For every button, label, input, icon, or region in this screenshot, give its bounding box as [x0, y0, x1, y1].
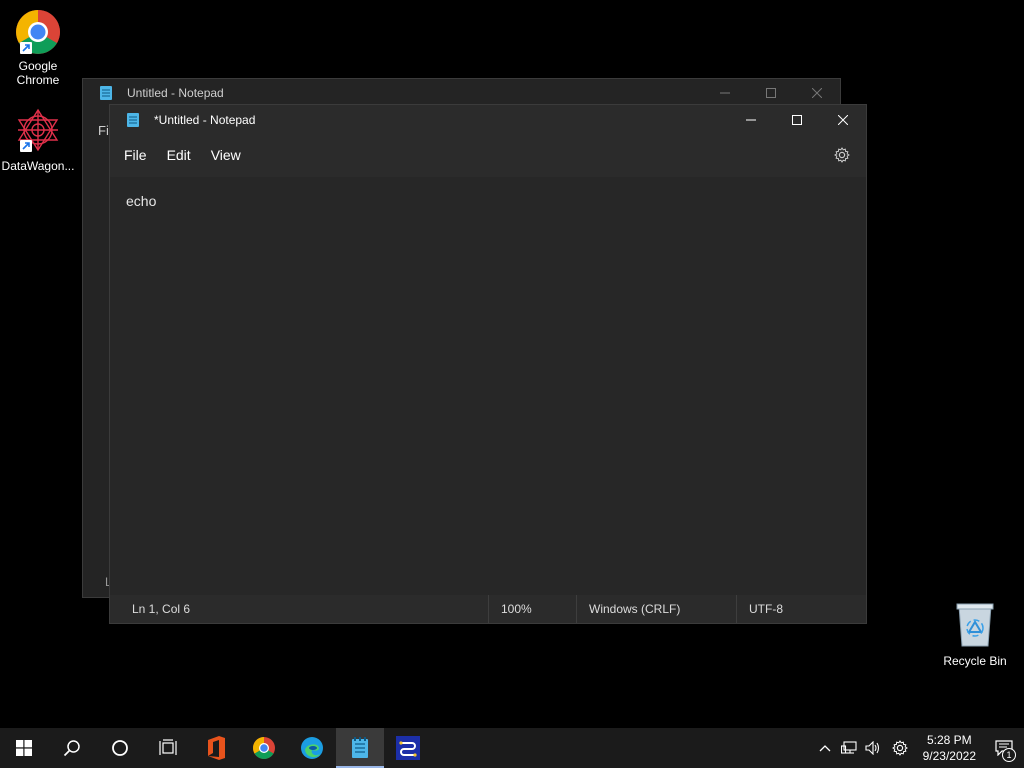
volume-icon: [865, 741, 879, 755]
desktop-icon-chrome[interactable]: Google Chrome: [0, 8, 76, 87]
desktop-icon-datawagon[interactable]: DataWagon...: [0, 106, 76, 173]
status-zoom: 100%: [488, 595, 576, 623]
taskbar-edge[interactable]: [288, 728, 336, 768]
cortana-button[interactable]: [96, 728, 144, 768]
edge-icon: [301, 737, 323, 759]
maximize-button[interactable]: [748, 79, 794, 107]
maximize-icon: [766, 88, 776, 98]
gear-icon: [834, 147, 850, 163]
window-title: *Untitled - Notepad: [154, 113, 256, 127]
menu-bar: File Edit View: [110, 135, 866, 175]
notepad-window[interactable]: *Untitled - Notepad File Edit View echo …: [110, 105, 866, 623]
chevron-up-icon: [819, 745, 831, 752]
taskbar-app[interactable]: [384, 728, 432, 768]
task-view-icon: [159, 739, 177, 755]
menu-edit[interactable]: Edit: [157, 141, 201, 169]
minimize-icon: [746, 119, 756, 121]
clock-time: 5:28 PM: [926, 733, 972, 747]
office-icon: [208, 736, 225, 760]
cortana-icon: [112, 740, 128, 756]
desktop-icon-label: Recycle Bin: [943, 654, 1007, 668]
recycle-bin-icon: [955, 602, 995, 648]
taskbar: 5:28 PM 9/23/2022 1: [0, 728, 1024, 768]
search-icon: [63, 740, 80, 757]
menu-file-partial[interactable]: Fi: [98, 123, 109, 138]
menu-file[interactable]: File: [114, 141, 157, 169]
taskbar-office[interactable]: [192, 728, 240, 768]
app-icon: [396, 736, 420, 760]
chrome-icon: [253, 737, 275, 759]
clock[interactable]: 5:28 PM 9/23/2022: [915, 732, 984, 764]
chrome-icon: [14, 8, 62, 56]
status-bar: Ln 1, Col 6 100% Windows (CRLF) UTF-8: [110, 595, 866, 623]
title-bar[interactable]: *Untitled - Notepad: [110, 105, 866, 135]
text-editor[interactable]: echo: [110, 177, 866, 595]
search-button[interactable]: [48, 728, 96, 768]
maximize-icon: [792, 115, 802, 125]
close-button[interactable]: [820, 105, 866, 135]
desktop-icon-recycle-bin[interactable]: Recycle Bin: [937, 602, 1013, 668]
editor-content: echo: [126, 193, 157, 209]
clock-date: 9/23/2022: [922, 749, 976, 763]
network-icon: [840, 741, 857, 754]
datawagon-icon: [14, 106, 62, 154]
shortcut-arrow-icon: [20, 42, 32, 54]
taskbar-notepad[interactable]: [336, 728, 384, 768]
menu-view[interactable]: View: [201, 141, 251, 169]
maximize-button[interactable]: [774, 105, 820, 135]
close-icon: [838, 115, 848, 125]
volume-button[interactable]: [861, 728, 885, 768]
notification-count-badge: 1: [1002, 748, 1016, 762]
network-button[interactable]: [837, 728, 861, 768]
system-tray: 5:28 PM 9/23/2022 1: [813, 728, 1024, 768]
close-icon: [812, 88, 822, 98]
notepad-icon: [100, 86, 112, 100]
settings-button[interactable]: [832, 145, 852, 165]
status-position: Ln 1, Col 6: [132, 602, 191, 616]
minimize-button[interactable]: [728, 105, 774, 135]
window-title: Untitled - Notepad: [127, 86, 224, 100]
notepad-icon: [127, 113, 139, 127]
shortcut-arrow-icon: [20, 140, 32, 152]
taskbar-chrome[interactable]: [240, 728, 288, 768]
minimize-icon: [720, 92, 730, 94]
action-center-button[interactable]: 1: [984, 728, 1024, 768]
title-bar[interactable]: Untitled - Notepad: [83, 79, 840, 107]
start-button[interactable]: [0, 728, 48, 768]
settings-tray-button[interactable]: [885, 728, 915, 768]
show-hidden-icons-button[interactable]: [813, 728, 837, 768]
gear-icon: [891, 740, 908, 756]
status-line-ending: Windows (CRLF): [576, 595, 736, 623]
task-view-button[interactable]: [144, 728, 192, 768]
minimize-button[interactable]: [702, 79, 748, 107]
desktop-icon-label: DataWagon...: [1, 159, 75, 173]
desktop-icon-label: Google Chrome: [16, 59, 60, 87]
close-button[interactable]: [794, 79, 840, 107]
start-icon: [16, 740, 32, 756]
notepad-icon: [352, 737, 368, 758]
status-encoding: UTF-8: [736, 595, 866, 623]
